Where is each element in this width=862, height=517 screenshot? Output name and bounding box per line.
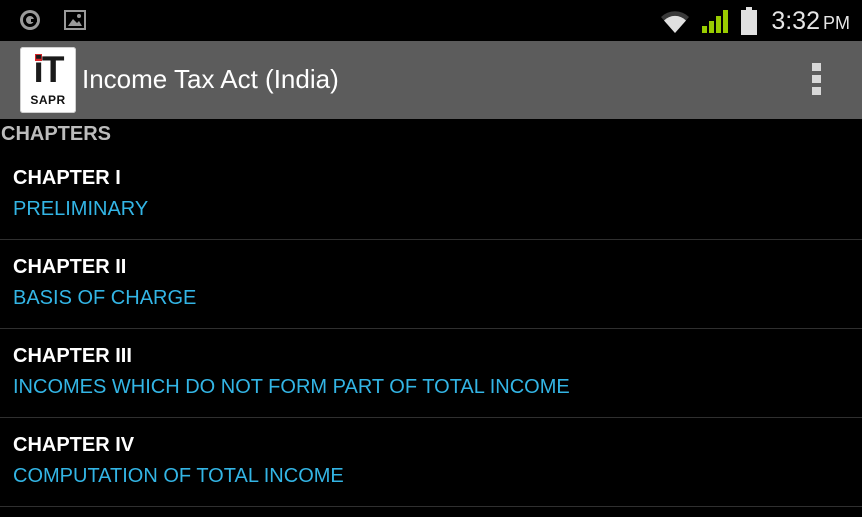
chapter-title: CHAPTER I [13,167,121,189]
status-bar: 3:32 PM [0,0,862,41]
list-item[interactable]: CHAPTER IV COMPUTATION OF TOTAL INCOME [0,418,862,507]
signal-icon [702,10,729,33]
chapter-list: CHAPTER I PRELIMINARY CHAPTER II BASIS O… [0,151,862,507]
app-logo[interactable]: iT SAPR [20,47,76,113]
wifi-icon [661,11,690,33]
chapter-title: CHAPTER III [13,345,132,367]
battery-icon [741,7,758,35]
image-icon [64,10,86,30]
sync-circle-icon [20,10,40,30]
chapter-title: CHAPTER IV [13,434,135,456]
app-title: Income Tax Act (India) [82,64,339,94]
chapter-subtitle: COMPUTATION OF TOTAL INCOME [13,465,344,487]
logo-it-text: iT [33,49,65,90]
chapter-subtitle: PRELIMINARY [13,198,149,220]
chapter-title: CHAPTER II [13,256,127,278]
status-clock: 3:32 PM [771,7,850,36]
list-item[interactable]: CHAPTER II BASIS OF CHARGE [0,240,862,329]
logo-sapr-text: SAPR [30,93,66,107]
overflow-menu-icon[interactable] [806,61,828,101]
list-item[interactable]: CHAPTER III INCOMES WHICH DO NOT FORM PA… [0,329,862,418]
chapter-subtitle: INCOMES WHICH DO NOT FORM PART OF TOTAL … [13,376,570,398]
clock-ampm: PM [823,12,850,33]
list-item[interactable]: CHAPTER I PRELIMINARY [0,151,862,240]
clock-time: 3:32 [771,6,820,35]
section-header-chapters: CHAPTERS [1,123,112,145]
action-bar: iT SAPR Income Tax Act (India) [0,41,862,119]
chapter-subtitle: BASIS OF CHARGE [13,287,197,309]
